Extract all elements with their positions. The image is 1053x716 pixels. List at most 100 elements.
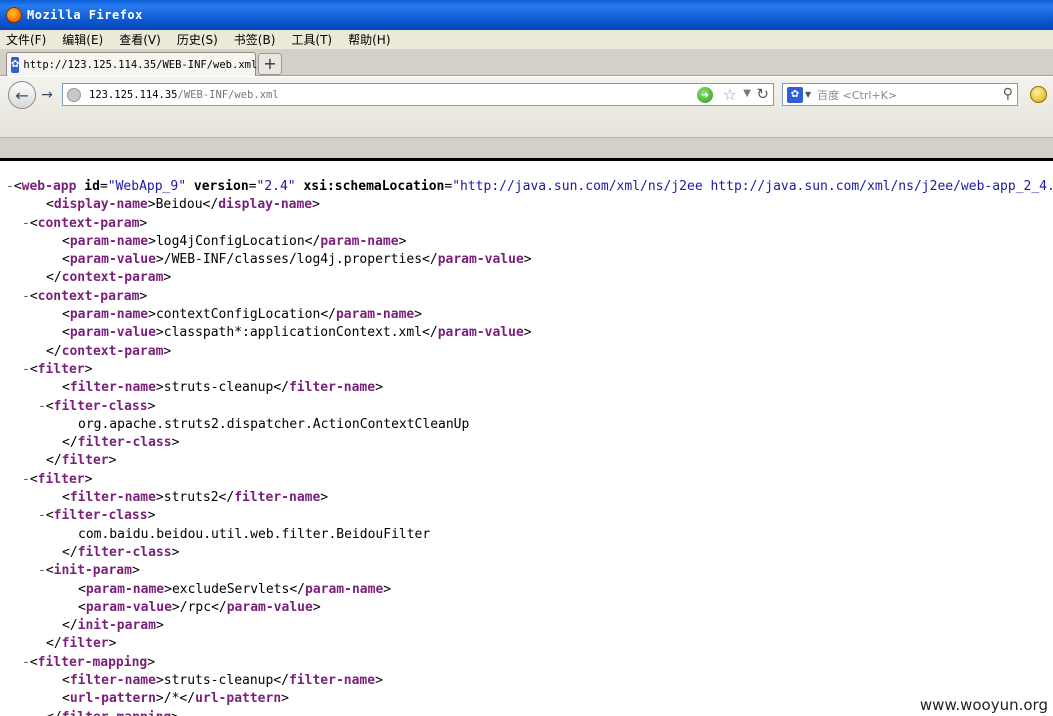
xml-bracket: < [62, 380, 70, 396]
xml-text: log4jConfigLocation [155, 233, 305, 249]
url-text[interactable]: 123.125.114.35/WEB-INF/web.xml [89, 89, 279, 101]
firefox-icon [6, 7, 22, 23]
xml-bracket: > [84, 361, 93, 377]
tab-web-xml[interactable]: ✿ http://123.125.114.35/WEB-INF/web.xml [6, 52, 257, 76]
xml-line: </context-param> [0, 343, 1053, 361]
menu-edit[interactable]: 编辑(E) [62, 31, 103, 48]
xml-bracket: < [62, 325, 70, 341]
xml-tag-name: filter-name [288, 380, 376, 396]
collapse-toggle[interactable]: - [38, 399, 46, 414]
xml-bracket: </ [422, 325, 438, 341]
menu-file[interactable]: 文件(F) [6, 31, 46, 48]
xml-text: /WEB-INF/classes/log4j.properties [163, 252, 423, 268]
baidu-paw-icon: ✿ [11, 56, 20, 73]
window-title: Mozilla Firefox [27, 8, 143, 22]
xml-bracket: > [171, 710, 179, 716]
collapse-toggle[interactable]: - [22, 655, 30, 670]
xml-line: </filter-mapping> [0, 709, 1053, 716]
xml-tag-name: param-value [85, 599, 172, 615]
xml-line: <param-name>contextConfigLocation</param… [0, 306, 1053, 324]
back-forward-group: ← → [8, 81, 60, 109]
search-bar[interactable]: ✿ ▼ 百度 <Ctrl+K> ⚲ [782, 83, 1018, 106]
xml-tag-name: context-param [61, 270, 164, 286]
xml-tag-name: context-param [61, 343, 164, 359]
new-tab-button[interactable]: + [258, 53, 282, 75]
xml-tag-name: filter-name [69, 673, 156, 689]
xml-bracket: </ [46, 636, 62, 652]
xml-bracket: > [171, 544, 180, 560]
menu-help[interactable]: 帮助(H) [348, 31, 390, 48]
xml-bracket: < [62, 490, 70, 506]
xml-bracket: > [139, 288, 148, 304]
collapse-toggle[interactable]: - [22, 362, 30, 377]
xml-bracket: </ [46, 453, 62, 469]
xml-bracket: > [523, 252, 532, 268]
chevron-down-icon[interactable]: ▼ [743, 88, 751, 99]
xml-text: com.baidu.beidou.util.web.filter.BeidouF… [78, 526, 431, 542]
xml-bracket: </ [46, 343, 62, 359]
collapse-toggle[interactable]: - [6, 179, 14, 194]
xml-bracket: < [29, 288, 38, 304]
collapse-toggle[interactable]: - [22, 216, 30, 231]
magnifier-icon[interactable]: ⚲ [1003, 86, 1013, 102]
xml-bracket: > [155, 252, 164, 268]
xml-tag-name: param-name [69, 307, 149, 323]
xml-tag-name: param-value [226, 599, 313, 615]
search-input[interactable]: 百度 <Ctrl+K> [817, 87, 897, 103]
xml-tag-name: param-name [305, 581, 384, 597]
xml-bracket: </ [62, 435, 78, 451]
xml-bracket: < [45, 398, 54, 414]
xml-text: /rpc [179, 599, 212, 615]
xml-line: -<context-param> [0, 215, 1053, 233]
xml-bracket: </ [62, 618, 78, 634]
xml-tag-name: filter-class [77, 435, 172, 451]
menu-tools[interactable]: 工具(T) [291, 31, 332, 48]
xml-tag-name: init-param [53, 563, 132, 579]
url-bar[interactable]: 123.125.114.35/WEB-INF/web.xml ➜ ☆ ▼ ↻ [62, 83, 774, 106]
xml-bracket: < [29, 654, 38, 670]
collapse-toggle[interactable]: - [22, 472, 30, 487]
go-arrow-icon[interactable]: ➜ [697, 87, 713, 103]
xml-bracket: > [163, 270, 172, 286]
chevron-down-icon[interactable]: ▼ [805, 90, 811, 99]
xml-tag-name: filter-name [234, 490, 321, 506]
xml-line: <url-pattern>/*</url-pattern> [0, 690, 1053, 708]
forward-button[interactable]: → [36, 84, 58, 106]
xml-bracket: </ [211, 599, 227, 615]
xml-tag-name: param-value [437, 325, 524, 341]
xml-bracket: > [523, 325, 532, 341]
xml-bracket: < [45, 563, 54, 579]
xml-bracket: = [99, 179, 108, 194]
xml-bracket: </ [422, 252, 438, 268]
menu-history[interactable]: 历史(S) [177, 31, 218, 48]
xml-tag-name: param-value [69, 325, 156, 341]
menu-bookmarks[interactable]: 书签(B) [234, 31, 276, 48]
xml-tag-name: filter [37, 361, 85, 377]
xml-text: struts-cleanup [163, 673, 274, 689]
xml-bracket: > [155, 490, 164, 506]
xml-tag-name: display-name [53, 197, 148, 213]
star-icon[interactable]: ☆ [723, 85, 737, 104]
back-button[interactable]: ← [8, 81, 36, 109]
menu-view[interactable]: 查看(V) [119, 31, 161, 48]
xml-bracket: < [45, 508, 54, 524]
xml-bracket: > [108, 636, 117, 652]
collapse-toggle[interactable]: - [38, 508, 46, 523]
xml-bracket: > [171, 599, 180, 615]
xml-text [186, 179, 194, 194]
xml-bracket: > [281, 691, 289, 707]
collapse-toggle[interactable]: - [38, 563, 46, 578]
xml-bracket: < [62, 673, 70, 689]
xml-bracket: < [29, 215, 38, 231]
xml-line: </filter> [0, 452, 1053, 470]
xml-bracket: > [375, 673, 383, 689]
reload-icon[interactable]: ↻ [756, 85, 769, 103]
xml-bracket: > [164, 581, 172, 597]
baidu-paw-icon[interactable]: ✿ [787, 86, 803, 103]
xml-text: contextConfigLocation [155, 307, 321, 323]
xml-tag-name: filter-class [77, 544, 172, 560]
xml-bracket: > [155, 380, 164, 396]
xml-line: </filter-class> [0, 434, 1053, 452]
collapse-toggle[interactable]: - [22, 289, 30, 304]
addon-icon[interactable] [1030, 86, 1047, 103]
